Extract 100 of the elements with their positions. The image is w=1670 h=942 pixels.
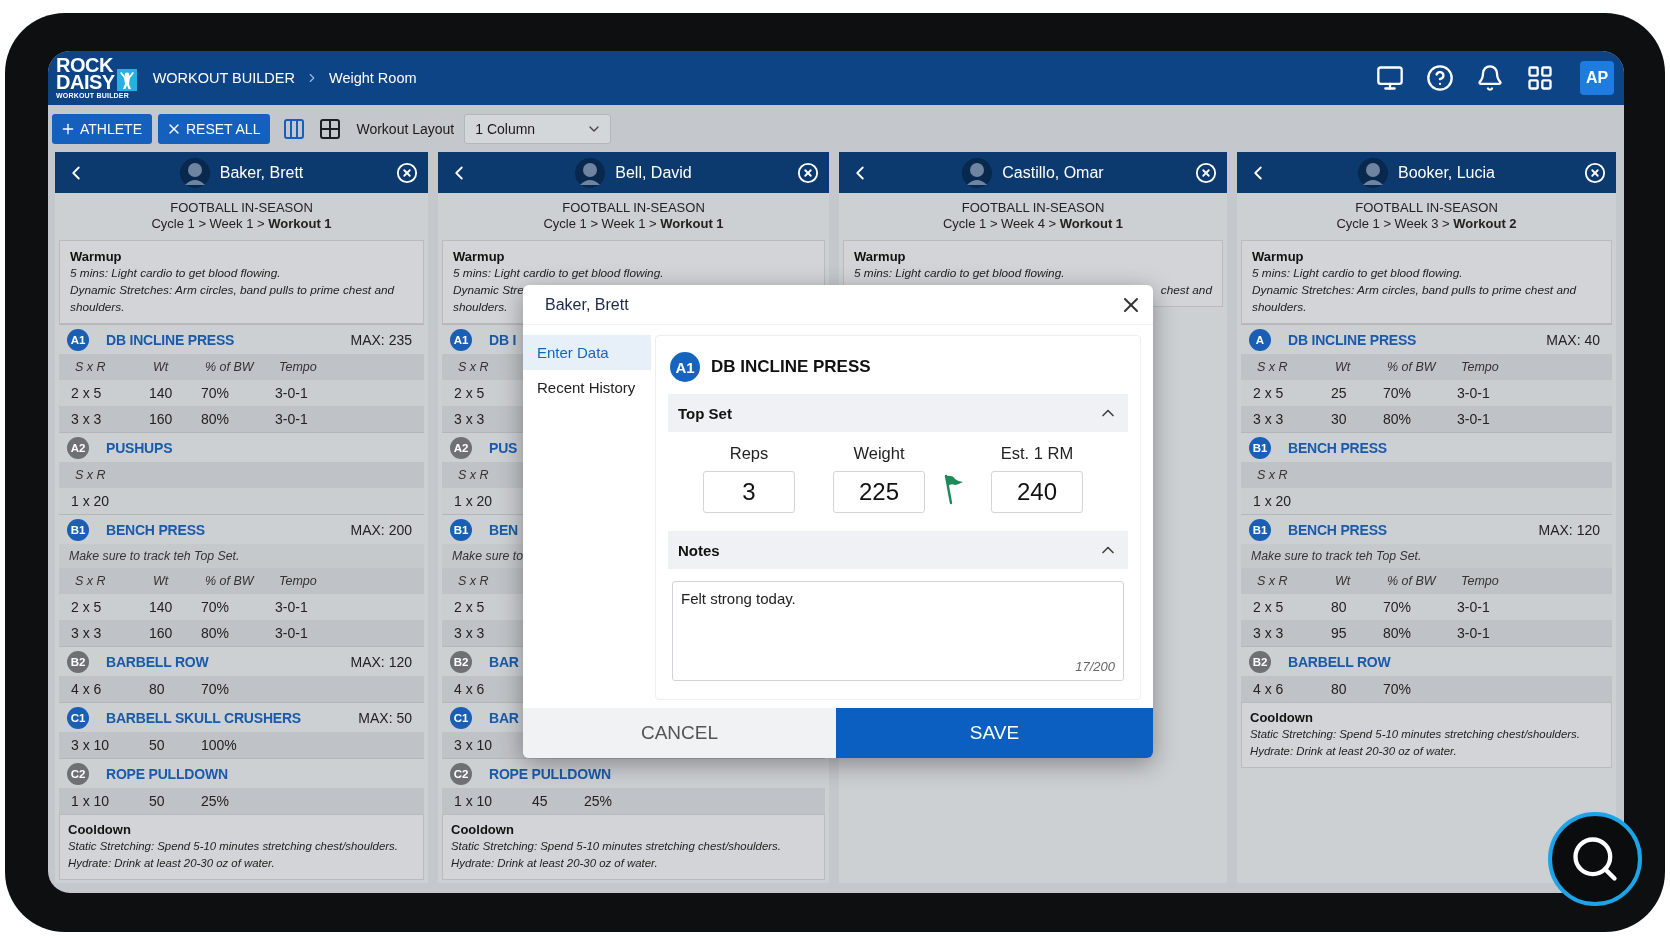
- reset-all-button[interactable]: RESET ALL: [158, 113, 271, 144]
- table-cell-text: 25%: [201, 793, 231, 809]
- apps-grid-icon[interactable]: [1526, 64, 1554, 92]
- table-cell-text: 70%: [1383, 681, 1413, 697]
- section-title: Notes: [678, 541, 720, 559]
- exercise-badge: A1: [67, 328, 89, 351]
- breadcrumb-link[interactable]: WORKOUT BUILDER: [152, 70, 295, 86]
- exercise-badge: B1: [450, 518, 472, 541]
- logo-text: DAISY: [56, 73, 115, 91]
- column-header: Wt: [152, 574, 170, 588]
- exercise-name[interactable]: DB INCLINE PRESS: [106, 331, 235, 348]
- cooldown-text: Static Stretching: Spend 5-10 minutes stretching chest/shoulders.: [1250, 727, 1580, 742]
- exercise-name[interactable]: BENCH PRESS: [1288, 439, 1387, 456]
- field-label: Weight: [853, 444, 905, 463]
- close-icon[interactable]: [396, 161, 418, 184]
- table-cell-text: 80%: [1383, 625, 1413, 641]
- exercise-name[interactable]: BENCH PRESS: [106, 521, 205, 538]
- notification-bell-icon[interactable]: [1476, 64, 1504, 92]
- section-header[interactable]: Top Set: [668, 394, 1128, 432]
- table-cell-text: 1 x 10: [71, 793, 111, 809]
- close-icon[interactable]: [1584, 161, 1606, 184]
- exercise-note: Make sure to: [452, 549, 524, 563]
- exercise-title: DB INCLINE PRESS: [711, 357, 871, 377]
- warmup-text: chest and: [1160, 282, 1212, 299]
- exercise-name[interactable]: BARBELL ROW: [106, 653, 209, 670]
- program-name: FOOTBALL IN-SEASON: [170, 200, 313, 216]
- field-label: Est. 1 RM: [1000, 444, 1074, 463]
- number-field[interactable]: 225: [833, 471, 925, 513]
- max-value: MAX: 235: [350, 331, 412, 348]
- table-cell-text: 160: [149, 411, 174, 427]
- table-cell-text: 3 x 3: [71, 625, 103, 641]
- exercise-badge: B1: [67, 518, 89, 541]
- exercise-name[interactable]: DB I: [489, 331, 517, 348]
- exercise-badge: B1: [1249, 518, 1271, 541]
- exercise-name[interactable]: BARBELL SKULL CRUSHERS: [106, 709, 301, 726]
- cancel-button[interactable]: CANCEL: [523, 708, 836, 758]
- exercise-badge: B2: [67, 650, 89, 673]
- user-avatar[interactable]: AP: [1580, 61, 1614, 95]
- exercise-name[interactable]: DB INCLINE PRESS: [1288, 331, 1417, 348]
- exercise-name[interactable]: BEN: [489, 521, 518, 538]
- exercise-name[interactable]: BAR: [489, 653, 519, 670]
- grid-icon[interactable]: [318, 116, 343, 141]
- exercise-badge: A2: [67, 436, 89, 459]
- exercise-badge: B2: [1249, 650, 1271, 673]
- save-button[interactable]: SAVE: [836, 708, 1153, 758]
- table-cell-text: 1 x 10: [454, 793, 494, 809]
- number-field[interactable]: 3: [703, 471, 795, 513]
- column-header: Wt: [1334, 574, 1352, 588]
- column-header: % of BW: [204, 574, 256, 588]
- athlete-name: Bell, David: [615, 163, 692, 182]
- table-cell-text: 80: [1331, 681, 1348, 697]
- column-header: S x R: [1256, 468, 1289, 482]
- close-icon[interactable]: [1195, 161, 1217, 184]
- table-cell-text: 4 x 6: [1253, 681, 1285, 697]
- cycle-path: Cycle 1 > Week 1 > Workout 1: [543, 216, 724, 232]
- number-field[interactable]: 240: [991, 471, 1083, 513]
- column-header: Wt: [1334, 360, 1352, 374]
- layout-select[interactable]: 1 Column: [464, 113, 612, 144]
- cooldown-title: Cooldown: [451, 822, 515, 838]
- exercise-badge: C2: [450, 762, 472, 785]
- column-header: Tempo: [1460, 574, 1500, 588]
- exercise-name[interactable]: BAR: [489, 709, 519, 726]
- table-cell-text: 3-0-1: [275, 385, 309, 401]
- warmup-text: 5 mins: Light cardio to get blood flowing.: [453, 265, 664, 282]
- section-header[interactable]: Notes: [668, 531, 1128, 569]
- monitor-icon[interactable]: [1376, 64, 1404, 92]
- column-header: S x R: [1256, 574, 1289, 588]
- exercise-name[interactable]: BENCH PRESS: [1288, 521, 1387, 538]
- nav-tab[interactable]: Recent History: [523, 370, 651, 405]
- column-header: % of BW: [1386, 574, 1438, 588]
- help-icon[interactable]: [1426, 64, 1454, 92]
- columns-icon[interactable]: [282, 116, 307, 141]
- table-cell-text: 2 x 5: [454, 599, 486, 615]
- table-cell-text: 2 x 5: [1253, 599, 1285, 615]
- breadcrumb-link[interactable]: Weight Room: [328, 70, 417, 86]
- exercise-name[interactable]: PUS: [489, 439, 518, 456]
- table-cell-text: 3 x 3: [454, 625, 486, 641]
- warmup-title: Warmup: [453, 249, 506, 265]
- warmup-text: Dynamic Stretches: Arm circles, band pulls to prime chest and shoulders.: [1252, 282, 1578, 316]
- warmup-text: Dynamic Stretches: Arm circles, band pulls to prime chest and shoulders.: [70, 282, 396, 316]
- section-title: Top Set: [678, 404, 732, 422]
- table-cell-text: 3-0-1: [275, 625, 309, 641]
- athlete-name: Castillo, Omar: [1002, 163, 1104, 182]
- warmup-title: Warmup: [854, 249, 907, 265]
- table-cell-text: 3-0-1: [1457, 625, 1491, 641]
- table-cell-text: 4 x 6: [454, 681, 486, 697]
- exercise-name[interactable]: ROPE PULLDOWN: [489, 765, 611, 782]
- warmup-title: Warmup: [1252, 249, 1305, 265]
- add-athlete-button[interactable]: ATHLETE: [52, 113, 152, 144]
- close-icon[interactable]: [797, 161, 819, 184]
- exercise-name[interactable]: PUSHUPS: [106, 439, 173, 456]
- nav-tab[interactable]: Enter Data: [523, 335, 651, 370]
- exercise-badge: C1: [450, 706, 472, 729]
- athlete-name: Baker, Brett: [219, 163, 304, 182]
- exercise-name[interactable]: ROPE PULLDOWN: [106, 765, 228, 782]
- avatar-icon: [962, 157, 993, 188]
- warmup-text: shoulders.: [453, 299, 508, 316]
- table-cell-text: 100%: [201, 737, 238, 753]
- max-value: MAX: 40: [1546, 331, 1600, 348]
- exercise-name[interactable]: BARBELL ROW: [1288, 653, 1391, 670]
